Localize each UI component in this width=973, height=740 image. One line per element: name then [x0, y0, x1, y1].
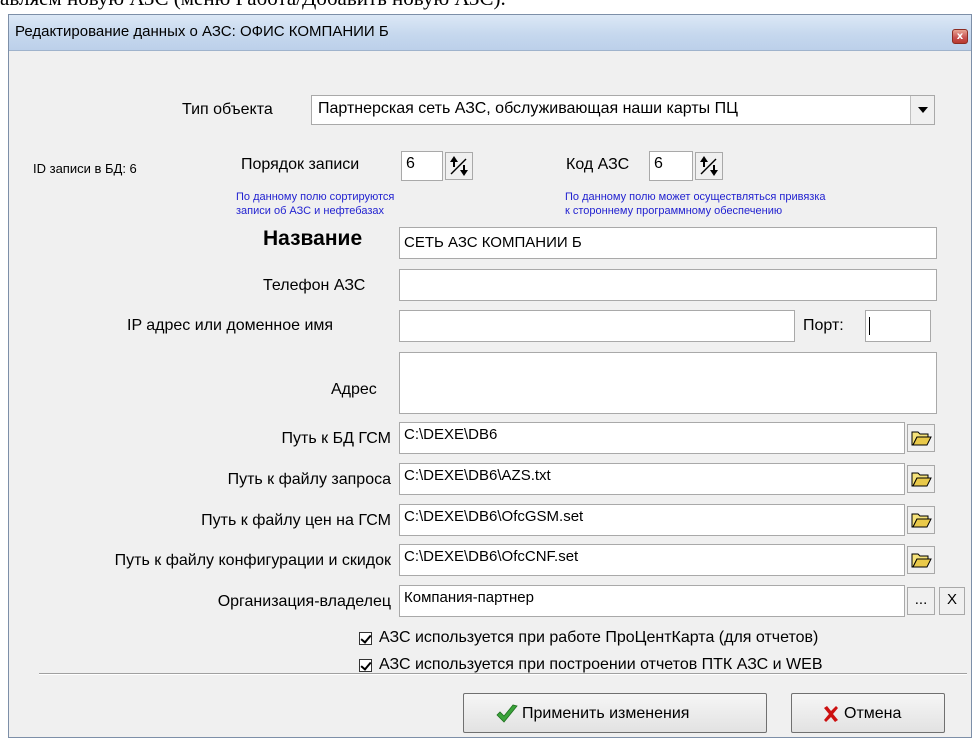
- spin-arrows-icon: [450, 156, 468, 176]
- chevron-down-icon[interactable]: [910, 96, 934, 124]
- window-title: Редактирование данных о АЗС: ОФИС КОМПАН…: [15, 23, 389, 40]
- separator: [39, 673, 967, 675]
- cross-icon: [824, 706, 838, 722]
- config-path-browse-button[interactable]: [907, 546, 935, 574]
- object-type-value: Партнерская сеть АЗС, обслуживающая наши…: [318, 100, 738, 117]
- phone-input[interactable]: [399, 269, 937, 301]
- request-path-browse-button[interactable]: [907, 465, 935, 493]
- address-label: Адрес: [331, 381, 377, 398]
- port-input[interactable]: [865, 310, 931, 342]
- object-type-label: Тип объекта: [182, 101, 273, 118]
- address-input[interactable]: [399, 352, 937, 414]
- request-path-label: Путь к файлу запроса: [227, 471, 391, 488]
- order-hint-line2: записи об АЗС и нефтебазах: [236, 205, 384, 217]
- checkbox-procentkarta-label: АЗС используется при работе ПроЦентКарта…: [379, 629, 819, 646]
- document-caption: авляем новую АЗС (меню Работа/Добавить н…: [0, 0, 506, 11]
- code-label: Код АЗС: [566, 156, 630, 173]
- code-spinner[interactable]: [695, 152, 723, 180]
- checkmark-icon: [496, 704, 518, 723]
- object-type-select[interactable]: Партнерская сеть АЗС, обслуживающая наши…: [311, 95, 935, 125]
- config-path-input[interactable]: C:\DEXE\DB6\OfcCNF.set: [399, 544, 905, 576]
- phone-label: Телефон АЗС: [263, 277, 366, 294]
- folder-open-icon: [911, 513, 932, 528]
- folder-open-icon: [911, 553, 932, 568]
- order-label: Порядок записи: [241, 156, 360, 173]
- checkbox-checked-icon[interactable]: [359, 632, 372, 645]
- apply-button[interactable]: Применить изменения: [463, 693, 767, 733]
- order-hint-line1: По данному полю сортируются: [236, 191, 395, 203]
- owner-input[interactable]: Компания-партнер: [399, 585, 905, 617]
- owner-browse-button[interactable]: ...: [907, 587, 935, 615]
- name-input[interactable]: СЕТЬ АЗС КОМПАНИИ Б: [399, 227, 937, 259]
- cancel-button-label: Отмена: [844, 705, 902, 722]
- close-button[interactable]: x: [952, 29, 968, 44]
- code-hint-line1: По данному полю может осуществляться при…: [565, 191, 826, 203]
- dialog-content: Тип объекта Партнерская сеть АЗС, обслуж…: [9, 51, 971, 737]
- title-bar[interactable]: Редактирование данных о АЗС: ОФИС КОМПАН…: [9, 15, 971, 51]
- name-label: Название: [263, 227, 363, 250]
- order-spinner[interactable]: [445, 152, 473, 180]
- db-path-input[interactable]: C:\DEXE\DB6: [399, 422, 905, 454]
- db-path-label: Путь к БД ГСМ: [281, 430, 391, 447]
- record-id-label: ID записи в БД: 6: [33, 161, 137, 176]
- ip-input[interactable]: [399, 310, 795, 342]
- dialog-window: Редактирование данных о АЗС: ОФИС КОМПАН…: [8, 14, 972, 738]
- prices-path-label: Путь к файлу цен на ГСМ: [201, 512, 391, 529]
- order-input[interactable]: 6: [401, 151, 443, 181]
- checkbox-ptk-reports-label: АЗС используется при построении отчетов …: [379, 656, 823, 673]
- text-cursor: [869, 317, 870, 335]
- code-hint-line2: к стороннему программному обеспечению: [565, 205, 783, 217]
- folder-open-icon: [911, 472, 932, 487]
- owner-clear-button[interactable]: X: [939, 587, 965, 615]
- checkbox-checked-icon[interactable]: [359, 659, 372, 672]
- port-label: Порт:: [803, 317, 844, 334]
- prices-path-input[interactable]: C:\DEXE\DB6\OfcGSM.set: [399, 504, 905, 536]
- checkbox-procentkarta[interactable]: АЗС используется при работе ПроЦентКарта…: [359, 629, 959, 649]
- spin-arrows-icon: [700, 156, 718, 176]
- folder-open-icon: [911, 431, 932, 446]
- cancel-button[interactable]: Отмена: [791, 693, 945, 733]
- config-path-label: Путь к файлу конфигурации и скидок: [114, 552, 391, 569]
- owner-label: Организация-владелец: [217, 593, 391, 610]
- prices-path-browse-button[interactable]: [907, 506, 935, 534]
- ip-label: IP адрес или доменное имя: [127, 317, 334, 334]
- apply-button-label: Применить изменения: [522, 705, 690, 722]
- db-path-browse-button[interactable]: [907, 424, 935, 452]
- request-path-input[interactable]: C:\DEXE\DB6\AZS.txt: [399, 463, 905, 495]
- code-input[interactable]: 6: [649, 151, 693, 181]
